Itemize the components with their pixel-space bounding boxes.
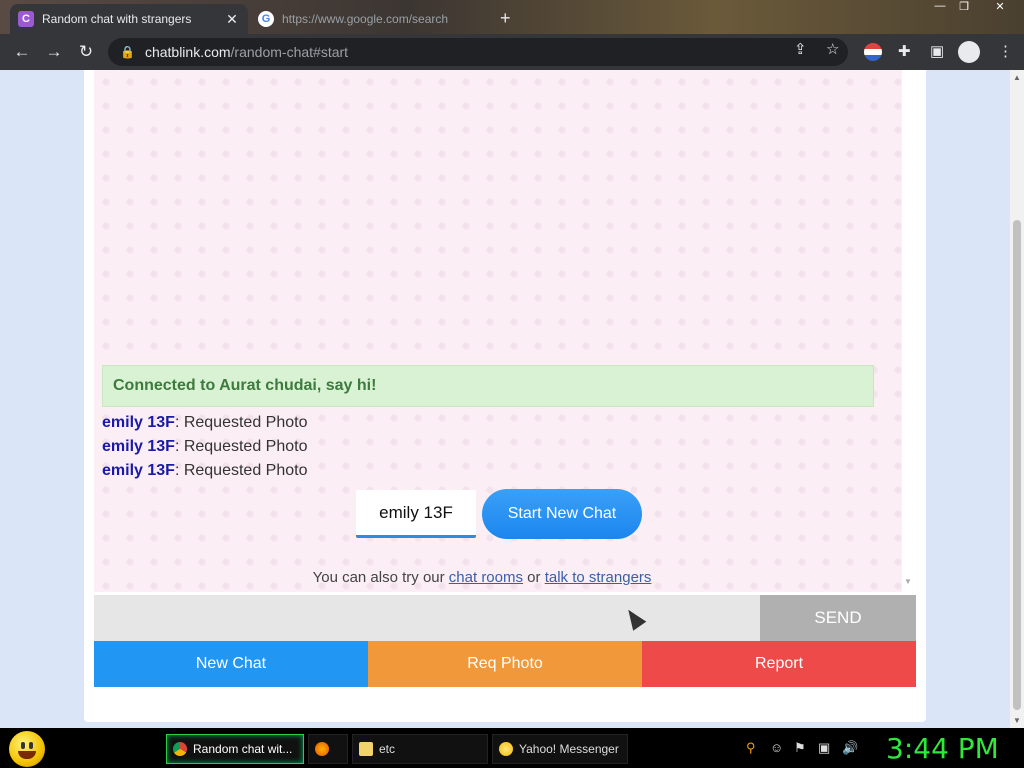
name-field[interactable]: emily 13F — [356, 490, 476, 538]
search-icon[interactable]: ⚲ — [746, 740, 756, 756]
messenger-tray-icon[interactable]: ☺ — [770, 740, 783, 755]
back-icon[interactable]: ← — [6, 42, 38, 62]
chat-message: emily 13F: Requested Photo — [102, 462, 307, 480]
restore-icon[interactable]: ❐ — [952, 0, 976, 14]
extension-flag-icon[interactable] — [864, 43, 882, 61]
taskbar-clock[interactable]: 3:44 PM — [886, 732, 999, 765]
reload-icon[interactable]: ↻ — [70, 42, 102, 62]
taskbar-item-folder[interactable]: etc — [352, 734, 488, 764]
message-text: : Requested Photo — [174, 438, 308, 455]
chat-message: emily 13F: Requested Photo — [102, 438, 307, 456]
page-viewport: Connected to Aurat chudai, say hi! emily… — [0, 70, 1010, 728]
taskbar-item-label: Yahoo! Messenger — [519, 742, 619, 756]
network-icon[interactable]: ▣ — [818, 740, 830, 756]
connected-banner: Connected to Aurat chudai, say hi! — [102, 365, 874, 407]
send-button[interactable]: SEND — [760, 595, 916, 641]
message-sender: emily 13F — [102, 438, 175, 455]
forward-icon[interactable]: → — [38, 42, 70, 62]
scroll-up-icon[interactable]: ▲ — [1013, 73, 1021, 82]
side-panel-icon[interactable]: ▣ — [930, 42, 944, 60]
taskbar: Random chat wit... etc Yahoo! Messenger … — [0, 728, 1024, 768]
chat-rooms-link[interactable]: chat rooms — [449, 569, 523, 586]
message-composer: SEND — [94, 595, 916, 641]
chrome-icon — [173, 742, 187, 756]
url-host: chatblink.com — [144, 44, 231, 60]
start-new-chat-button[interactable]: Start New Chat — [482, 489, 642, 539]
alt-links-prefix: You can also try our — [312, 569, 445, 586]
scroll-thumb[interactable] — [1013, 220, 1021, 710]
taskbar-item-chrome[interactable]: Random chat wit... — [166, 734, 304, 764]
browser-titlebar: C Random chat with strangers ✕ G https:/… — [0, 0, 1024, 34]
close-tab-icon[interactable]: ✕ — [224, 11, 240, 28]
taskbar-item-label: etc — [379, 742, 396, 756]
menu-kebab-icon[interactable]: ⋮ — [998, 42, 1013, 60]
message-text: : Requested Photo — [174, 414, 308, 431]
message-sender: emily 13F — [102, 462, 175, 479]
yahoo-messenger-icon — [499, 742, 513, 756]
chat-scroll-down-icon[interactable]: ▼ — [904, 577, 912, 586]
bookmark-star-icon[interactable]: ☆ — [826, 40, 839, 58]
profile-avatar-icon[interactable] — [958, 41, 980, 63]
message-sender: emily 13F — [102, 414, 175, 431]
address-bar[interactable]: 🔒 chatblink.com /random-chat#start — [108, 38, 848, 66]
taskbar-item-yahoo[interactable]: Yahoo! Messenger — [492, 734, 628, 764]
report-button[interactable]: Report — [642, 641, 916, 687]
chat-controls: emily 13F Start New Chat — [356, 489, 642, 539]
chatblink-favicon-icon: C — [18, 11, 34, 27]
req-photo-button[interactable]: Req Photo — [368, 641, 642, 687]
volume-icon[interactable]: 🔊 — [842, 740, 858, 756]
chat-log[interactable]: Connected to Aurat chudai, say hi! emily… — [94, 70, 912, 592]
chat-message: emily 13F: Requested Photo — [102, 414, 307, 432]
talk-to-strangers-link[interactable]: talk to strangers — [545, 569, 652, 586]
google-favicon-icon: G — [258, 11, 274, 27]
alternative-links: You can also try our chat rooms or talk … — [94, 569, 870, 586]
lock-icon: 🔒 — [120, 45, 135, 59]
action-center-flag-icon[interactable]: ⚑ — [794, 740, 806, 756]
new-chat-button[interactable]: New Chat — [94, 641, 368, 687]
tab-google-search[interactable]: G https://www.google.com/search — [250, 4, 490, 34]
folder-icon — [359, 742, 373, 756]
extensions-puzzle-icon[interactable]: ✚ — [898, 42, 911, 60]
share-icon[interactable]: ⇪ — [794, 40, 807, 58]
alt-links-or: or — [527, 569, 541, 586]
minimize-icon[interactable]: — — [928, 0, 952, 14]
tab-title: https://www.google.com/search — [282, 12, 449, 26]
message-input[interactable] — [94, 595, 760, 641]
tab-random-chat[interactable]: C Random chat with strangers ✕ — [10, 4, 248, 34]
start-smiley-icon[interactable] — [9, 731, 45, 767]
close-window-icon[interactable]: ✕ — [988, 0, 1012, 14]
page-scrollbar[interactable]: ▲ ▼ — [1010, 70, 1024, 728]
firefox-icon — [315, 742, 329, 756]
url-path: /random-chat#start — [230, 44, 349, 60]
new-tab-button[interactable]: + — [500, 8, 511, 29]
scroll-down-icon[interactable]: ▼ — [1013, 716, 1021, 725]
taskbar-item-label: Random chat wit... — [193, 742, 293, 756]
message-text: : Requested Photo — [174, 462, 308, 479]
action-buttons: New Chat Req Photo Report — [94, 641, 916, 687]
tab-title: Random chat with strangers — [42, 12, 192, 26]
taskbar-item-firefox[interactable] — [308, 734, 348, 764]
